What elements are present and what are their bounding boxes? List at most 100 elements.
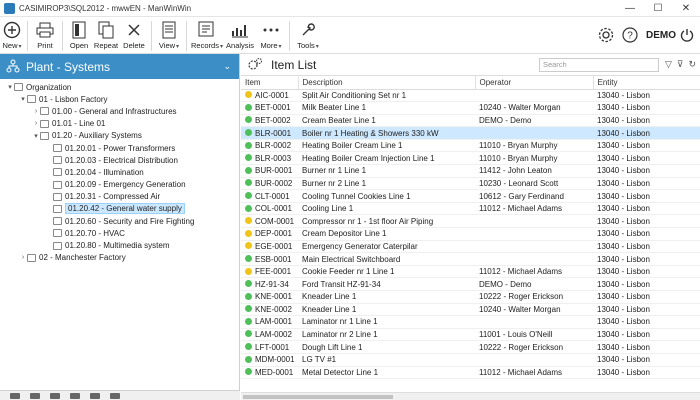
tree-node[interactable]: › 02 - Manchester Factory <box>0 252 239 264</box>
expander-icon[interactable]: ▾ <box>6 83 14 91</box>
status-icon <box>245 280 252 288</box>
status-icon <box>245 368 252 376</box>
expander-icon[interactable]: › <box>19 254 27 261</box>
print-button[interactable]: Print <box>31 17 59 54</box>
item-code: BLR-0003 <box>255 153 292 163</box>
new-button[interactable]: New▾ <box>0 17 24 54</box>
status-icon <box>245 330 252 338</box>
status-icon <box>245 305 252 313</box>
table-row[interactable]: BUR-0002 Burner nr 2 Line 1 10230 - Leonar… <box>241 177 700 191</box>
open-button[interactable]: Open <box>66 17 92 54</box>
table-row[interactable]: CLT-0001 Cooling Tunnel Cookies Line 1 106… <box>241 189 700 203</box>
status-icon <box>245 179 252 187</box>
table-row[interactable]: BLR-0003 Heating Boiler Cream Injection L… <box>241 151 700 166</box>
table-row[interactable]: MED-0001 Metal Detector Line 1 11012 - Mic… <box>241 366 700 380</box>
table-row[interactable]: LFT-0001 Dough Lift Line 1 10222 - Roger E… <box>241 340 700 354</box>
horizontal-scrollbar[interactable] <box>241 392 700 400</box>
expander-icon[interactable]: › <box>32 108 40 115</box>
expander-icon[interactable]: ▾ <box>19 95 27 103</box>
item-cell: LAM-0002 <box>241 328 298 342</box>
table-row[interactable]: COM-0001 Compressor nr 1 - 1st floor Air … <box>241 214 700 229</box>
table-row[interactable]: COL-0001 Cooling Line 1 11012 - Michael Ad… <box>241 202 700 216</box>
clear-filter-icon[interactable]: ⊽ <box>677 59 684 70</box>
tree-node-label: 01.20 - Auxiliary Systems <box>52 131 142 141</box>
tree-node[interactable]: 01.20.09 - Emergency Generation <box>0 179 239 191</box>
analysis-button[interactable]: Analysis <box>224 17 256 54</box>
expander-icon[interactable]: ▾ <box>32 132 40 140</box>
item-code: ESB-0001 <box>255 254 292 264</box>
tools-button[interactable]: Tools▾ <box>293 17 323 54</box>
operator-cell <box>475 252 593 266</box>
tree-node[interactable]: 01.20.01 - Power Transformers <box>0 142 239 154</box>
node-icon <box>53 192 62 201</box>
tree-node[interactable]: › 01.00 - General and Infrastructures <box>0 105 239 117</box>
tree-node[interactable]: ▾ Organization <box>0 81 239 93</box>
table-row[interactable]: FEE-0001 Cookie Feeder nr 1 Line 1 11012 -… <box>241 265 700 279</box>
tree-node[interactable]: ▾ 01 - Lisbon Factory <box>0 93 239 105</box>
tree-node[interactable]: 01.20.04 - Illumination <box>0 166 239 178</box>
table-row[interactable]: LAM-0001 Laminator nr 1 Line 1 13040 - Lis… <box>241 315 700 329</box>
status-icon <box>245 242 252 250</box>
tree-node[interactable]: › 01.01 - Line 01 <box>0 118 239 130</box>
records-button[interactable]: Records▾ <box>190 17 224 54</box>
plant-tree: ▾ Organization ▾ 01 - Lisbon Factory › 01.00 … <box>0 79 239 264</box>
node-icon <box>40 119 49 128</box>
entity-cell: 13040 - Lisbon <box>593 139 700 153</box>
tree-node-label: 01.20.09 - Emergency Generation <box>65 180 186 190</box>
app-icon <box>4 2 15 14</box>
table-row[interactable]: ESB-0001 Main Electrical Switchboard 13040… <box>241 252 700 266</box>
tree-node[interactable]: ▾ 01.20 - Auxiliary Systems <box>0 130 239 142</box>
column-header-description[interactable]: Description <box>298 76 476 90</box>
help-icon[interactable]: ? <box>622 26 638 45</box>
view-label: View <box>158 41 176 50</box>
tree-node[interactable]: 01.20.42 - General water supply <box>0 203 239 215</box>
refresh-icon[interactable]: ↻ <box>688 59 696 70</box>
table-row[interactable]: BET-0002 Cream Beater Line 1 DEMO - Demo 13… <box>241 114 700 128</box>
operator-cell <box>475 227 593 241</box>
tree-node[interactable]: 01.20.31 - Compressed Air <box>0 191 239 203</box>
view-button[interactable]: View▾ <box>155 17 183 54</box>
item-code: MDM-0001 <box>255 355 295 365</box>
search-input[interactable]: Search <box>538 57 659 72</box>
column-header-entity[interactable]: Entity <box>593 76 700 90</box>
table-row[interactable]: BLR-0002 Heating Boiler Cream Line 1 11010… <box>241 139 700 153</box>
table-row[interactable]: KNE-0001 Kneader Line 1 10222 - Roger Eric… <box>241 290 700 304</box>
tree-node[interactable]: 01.20.70 - HVAC <box>0 227 239 239</box>
maximize-button[interactable]: ☐ <box>644 0 672 17</box>
delete-button[interactable]: Delete <box>120 17 148 54</box>
minimize-button[interactable]: — <box>616 0 644 17</box>
table-row[interactable]: LAM-0002 Laminator nr 2 Line 1 11001 - Lou… <box>241 328 700 342</box>
table-row[interactable]: BLR-0001 Boiler nr 1 Heating & Showers 33… <box>241 126 700 140</box>
expander-icon[interactable]: › <box>32 120 40 127</box>
tree-node-label: Organization <box>26 82 72 92</box>
table-row[interactable]: HZ-91-34 Ford Transit HZ-91-34 DEMO - Demo… <box>241 277 700 291</box>
item-cell: BUR-0002 <box>241 177 298 191</box>
tree-node[interactable]: 01.20.03 - Electrical Distribution <box>0 154 239 166</box>
table-row[interactable]: DEP-0001 Cream Depositor Line 1 13040 - Li… <box>241 227 700 241</box>
user-name[interactable]: DEMO <box>646 30 676 41</box>
item-cell: BLR-0003 <box>241 151 298 166</box>
node-icon <box>53 156 62 165</box>
table-row[interactable]: BUR-0001 Burner nr 1 Line 1 11412 - John L… <box>241 164 700 178</box>
column-header-operator[interactable]: Operator <box>475 76 594 90</box>
tree-node[interactable]: 01.20.80 - Multimedia system <box>0 239 239 251</box>
tree-node[interactable]: 01.20.60 - Security and Fire Fighting <box>0 215 239 227</box>
table-row[interactable]: KNE-0002 Kneader Line 1 10240 - Walter Mor… <box>241 303 700 317</box>
power-icon[interactable] <box>680 28 694 44</box>
gear-icon[interactable] <box>598 27 614 45</box>
table-row[interactable]: BET-0001 Milk Beater Line 1 10240 - Walter… <box>241 101 700 115</box>
filter-icon[interactable]: ▽ <box>665 59 672 70</box>
chevron-down-icon[interactable]: ⌄ <box>223 61 231 72</box>
table-row[interactable]: MDM-0001 LG TV #1 13040 - Lisbon <box>241 353 700 367</box>
status-icon <box>245 292 252 300</box>
open-document-icon <box>72 20 86 40</box>
table-row[interactable]: EGE-0001 Emergency Generator Caterpilar 13… <box>241 240 700 254</box>
table-row[interactable]: AIC-0001 Split Air Conditioning Set nr 1 1… <box>241 89 700 103</box>
close-window-button[interactable]: ✕ <box>672 0 700 17</box>
status-icon <box>245 317 252 325</box>
panel-bottom-tabs[interactable] <box>0 390 240 400</box>
more-button[interactable]: More▾ <box>256 17 286 54</box>
repeat-button[interactable]: Repeat <box>92 17 120 54</box>
column-header-item[interactable]: Item <box>241 76 299 90</box>
item-list-title: Item List <box>271 57 317 72</box>
